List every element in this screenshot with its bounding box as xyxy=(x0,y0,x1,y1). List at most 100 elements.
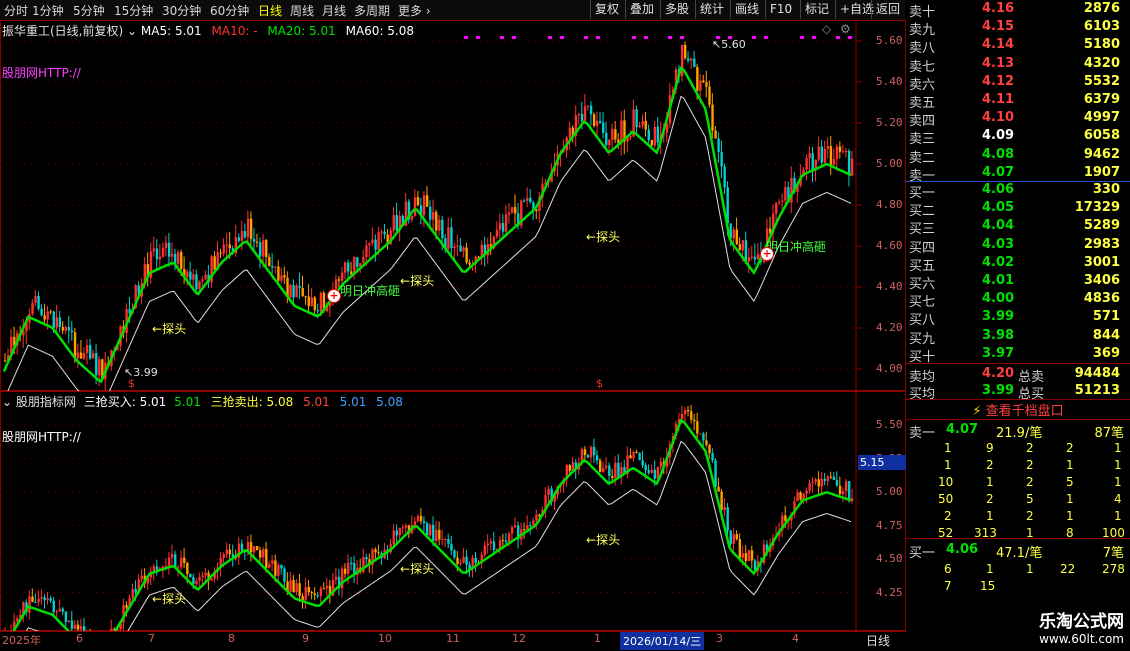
candle-body xyxy=(344,568,347,574)
queue-cell: 2 xyxy=(986,458,994,472)
bid-level[interactable]: 买九 3.98 844 xyxy=(906,327,1130,347)
queue-cell: 5 xyxy=(1066,475,1074,489)
ask-level[interactable]: 卖九 4.15 6103 xyxy=(906,18,1130,39)
bid-level[interactable]: 买八 3.99 571 xyxy=(906,308,1130,328)
bid-level[interactable]: 买七 4.00 4836 xyxy=(906,290,1130,310)
ask-level[interactable]: 卖四 4.10 4997 xyxy=(906,109,1130,129)
queue-count: 87笔 xyxy=(1094,426,1124,441)
sub-y-tick-label: 4.25 xyxy=(876,585,903,599)
candle-body xyxy=(268,563,271,568)
candle-body xyxy=(350,562,353,564)
back-button[interactable]: 返回 xyxy=(871,0,904,19)
adjust-button[interactable]: 复权 xyxy=(590,0,623,19)
candle-body xyxy=(307,586,310,593)
bid-level[interactable]: 买二 4.05 17329 xyxy=(906,199,1130,219)
level-price: 4.08 xyxy=(982,146,1015,162)
candle-body xyxy=(820,146,824,163)
candle-body xyxy=(714,130,717,139)
queue-cell: 1 xyxy=(1114,441,1122,455)
bid-level[interactable]: 买五 4.02 3001 xyxy=(906,254,1130,274)
bid1-queue-row: 6 1 1 22 278 xyxy=(906,561,1130,579)
candle-body xyxy=(70,330,74,333)
signal-dot xyxy=(584,36,588,39)
candle-body xyxy=(450,543,453,551)
candle-body xyxy=(602,122,605,133)
candle-body xyxy=(155,566,159,570)
candle-body xyxy=(523,529,526,531)
candle-body xyxy=(441,219,444,239)
bid-level[interactable]: 买三 4.04 5289 xyxy=(906,217,1130,238)
ask-level[interactable]: 卖十 4.16 2876 xyxy=(906,0,1130,20)
watermark-url: www.60lt.com xyxy=(1039,632,1124,646)
bid-level[interactable]: 买六 4.01 3406 xyxy=(906,272,1130,292)
candle-body xyxy=(295,285,298,298)
tab-15min[interactable]: 15分钟 xyxy=(114,2,153,19)
ask-level[interactable]: 卖七 4.13 4320 xyxy=(906,55,1130,75)
bid-level[interactable]: 买四 4.03 2983 xyxy=(906,236,1130,256)
queue-cell: 1 xyxy=(1066,458,1074,472)
candle-body xyxy=(204,572,207,576)
more-button[interactable]: 更多 › xyxy=(398,2,431,19)
queue-cell: 6 xyxy=(944,562,952,576)
bid-level[interactable]: 买十 3.97 369 xyxy=(906,345,1130,365)
overlay-button[interactable]: 叠加 xyxy=(625,0,658,19)
candle-body xyxy=(189,271,192,280)
tab-60min[interactable]: 60分钟 xyxy=(210,2,249,19)
candle-body xyxy=(70,620,74,629)
tab-weekly[interactable]: 周线 xyxy=(290,2,314,19)
tab-multi-period[interactable]: 多周期 xyxy=(354,2,390,19)
tab-monthly[interactable]: 月线 xyxy=(322,2,346,19)
tab-intraday[interactable]: 分时 xyxy=(4,2,28,19)
ask-level[interactable]: 卖六 4.12 5532 xyxy=(906,73,1130,93)
candle-body xyxy=(198,576,201,581)
ask-level[interactable]: 卖五 4.11 6379 xyxy=(906,91,1130,111)
tab-30min[interactable]: 30分钟 xyxy=(162,2,201,19)
candle-body xyxy=(429,524,432,536)
x-tick-label: 7 xyxy=(148,632,155,645)
y-tick-label: 5.00 xyxy=(876,157,903,170)
draw-button[interactable]: 画线 xyxy=(730,0,763,19)
level-price: 4.16 xyxy=(982,1,1015,16)
candle-body xyxy=(526,197,529,201)
level-volume: 5532 xyxy=(1083,73,1120,89)
level-price: 4.07 xyxy=(982,164,1015,180)
level-volume: 6103 xyxy=(1083,19,1120,35)
ask-level[interactable]: 卖三 4.09 6058 xyxy=(906,127,1130,147)
sub-y-tick-label: 4.75 xyxy=(876,518,903,532)
ask-level[interactable]: 卖八 4.14 5180 xyxy=(906,36,1130,56)
f10-button[interactable]: F10 xyxy=(765,0,796,19)
order-book: 卖十 4.16 2876 卖九 4.15 6103 卖八 4.14 5180 卖七 4.13 4320… xyxy=(906,0,1130,650)
tab-5min[interactable]: 5分钟 xyxy=(73,2,105,19)
stats-button[interactable]: 统计 xyxy=(695,0,728,19)
candle-body xyxy=(298,285,301,288)
candle-body xyxy=(617,462,620,478)
candle-body xyxy=(374,239,377,250)
candle-body xyxy=(322,588,326,590)
candle-body xyxy=(462,247,465,252)
candle-body xyxy=(52,600,55,613)
candle-body xyxy=(680,413,684,420)
tab-daily[interactable]: 日线 xyxy=(258,2,282,19)
candle-body xyxy=(416,197,420,206)
candle-body xyxy=(829,476,833,478)
level-volume: 4997 xyxy=(1083,110,1120,126)
candle-body xyxy=(781,200,784,202)
candle-body xyxy=(456,245,459,247)
period-indicator[interactable]: 日线 xyxy=(866,632,890,649)
candle-body xyxy=(647,129,650,141)
multi-stock-button[interactable]: 多股 xyxy=(660,0,693,19)
level-label: 买三 xyxy=(909,222,936,238)
depth-button[interactable]: ⚡ 查看千档盘口 xyxy=(906,400,1130,419)
ask1-header: 卖一 4.07 21.9/笔 87笔 xyxy=(906,421,1130,441)
candle-body xyxy=(304,586,307,601)
mark-button[interactable]: 标记 xyxy=(800,0,833,19)
bid-level[interactable]: 买一 4.06 330 xyxy=(906,181,1130,201)
candle-body xyxy=(337,279,341,281)
ask-level[interactable]: 卖一 4.07 1907 xyxy=(906,164,1130,184)
probe-label-2: ←探头 xyxy=(400,274,435,288)
ask-level[interactable]: 卖二 4.08 9462 xyxy=(906,146,1130,166)
level-label: 买四 xyxy=(909,240,936,256)
tab-1min[interactable]: 1分钟 xyxy=(32,2,64,19)
level-label: 卖九 xyxy=(909,23,936,39)
candle-body xyxy=(747,257,751,262)
